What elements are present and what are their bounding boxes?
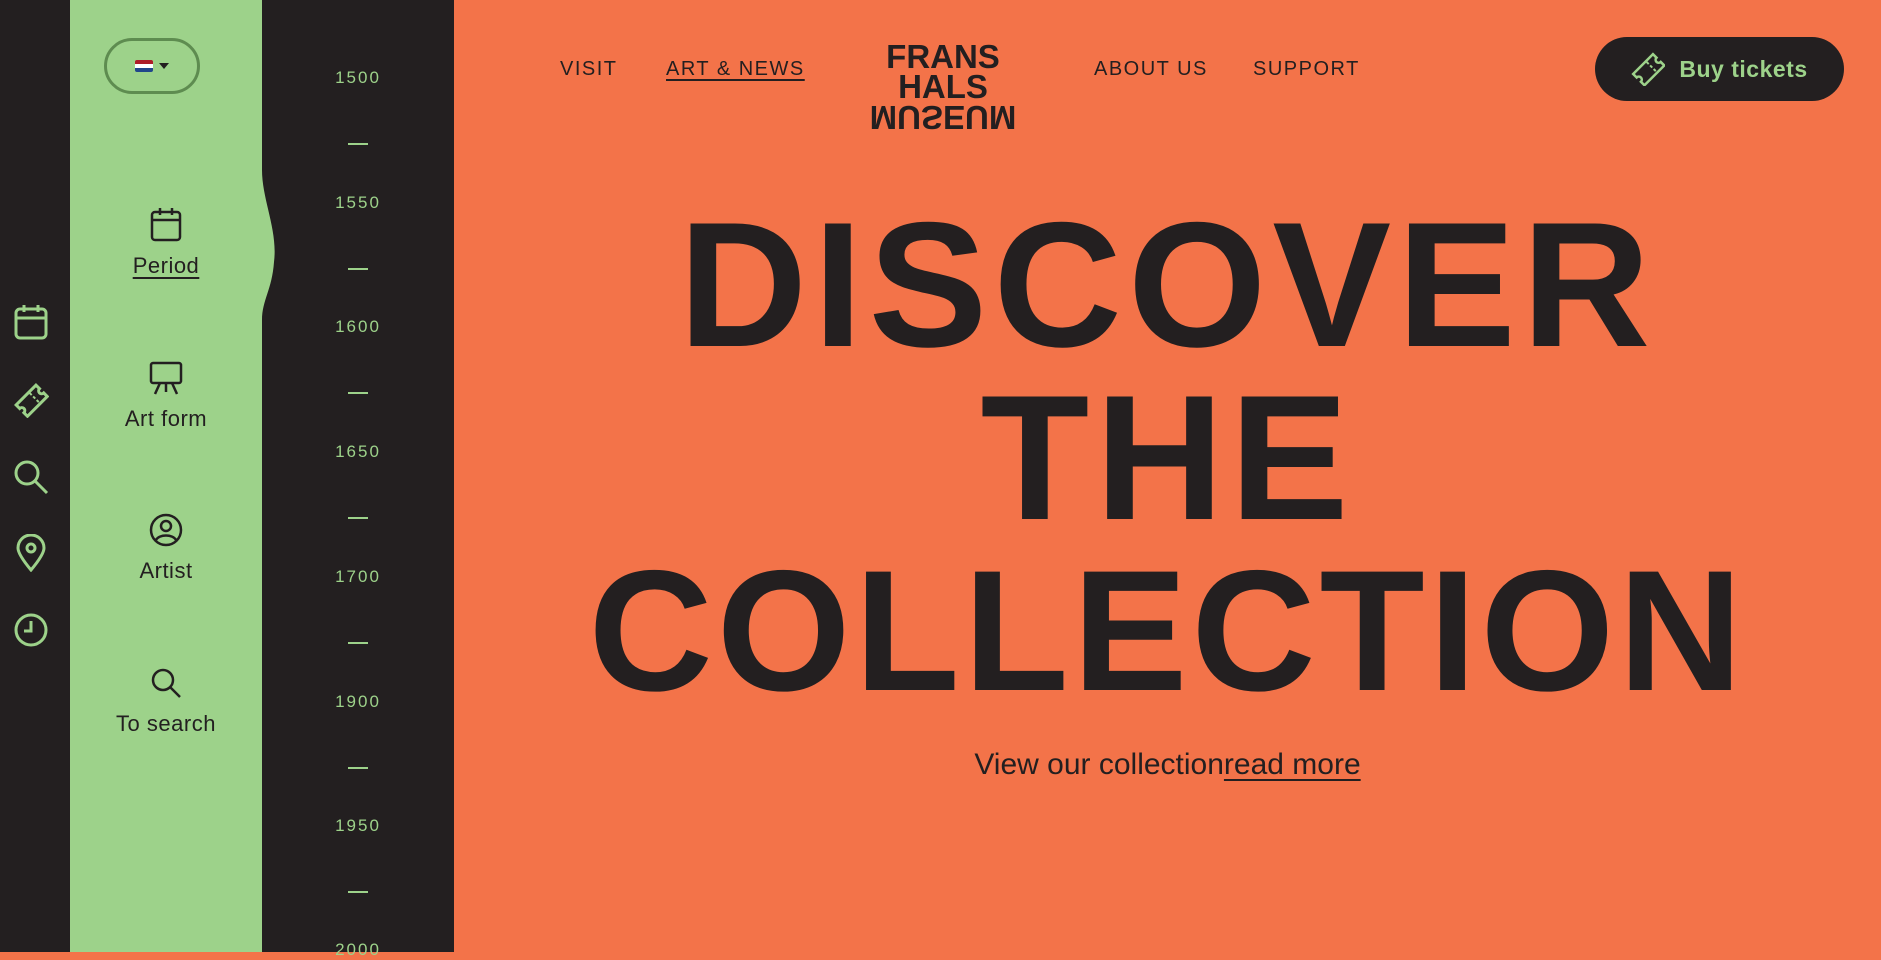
timeline-tick: [348, 268, 368, 270]
museum-logo[interactable]: FRANS HALS MUSEUM: [846, 40, 1040, 136]
hero-line-2: THE: [980, 358, 1355, 557]
timeline-year[interactable]: 1900: [262, 692, 454, 712]
timeline-year[interactable]: 1600: [262, 317, 454, 337]
timeline-tick: [348, 767, 368, 769]
calendar-icon[interactable]: [10, 301, 52, 343]
nav-support[interactable]: SUPPORT: [1253, 58, 1360, 81]
hero-line-3: COLLECTION: [588, 535, 1747, 727]
timeline-tick: [348, 392, 368, 394]
timeline-year[interactable]: 1550: [262, 193, 454, 213]
easel-icon: [149, 361, 183, 395]
buy-tickets-label: Buy tickets: [1679, 55, 1808, 82]
filter-artist[interactable]: Artist: [70, 512, 262, 584]
ticket-icon[interactable]: [10, 379, 52, 421]
search-icon: [151, 668, 181, 698]
language-selector[interactable]: [104, 38, 200, 94]
icon-sidebar: [0, 0, 70, 952]
filter-panel: Period Art form Artist To search: [70, 0, 262, 952]
caret-down-icon: [159, 63, 169, 69]
logo-line1: FRANS HALS: [886, 38, 1000, 105]
filter-art-form-label: Art form: [124, 406, 208, 431]
ticket-icon: [1631, 52, 1666, 86]
nav-visit[interactable]: VISIT: [560, 58, 618, 81]
filter-search-label: To search: [116, 711, 216, 736]
flag-nl-icon: [135, 60, 153, 72]
logo-line2: MUSEUM: [869, 99, 1017, 136]
clock-icon[interactable]: [10, 609, 52, 651]
timeline[interactable]: 1500 1550 1600 1650 1700 1900 1950 2000: [262, 0, 454, 959]
filter-period[interactable]: Period: [70, 207, 262, 279]
hero-sub-text: View our collection: [974, 748, 1224, 781]
timeline-tick: [348, 642, 368, 644]
calendar-icon: [150, 208, 182, 242]
timeline-wave: [262, 170, 275, 320]
timeline-year[interactable]: 1700: [262, 567, 454, 587]
timeline-tick: [348, 891, 368, 893]
timeline-year[interactable]: 1650: [262, 442, 454, 462]
user-circle-icon: [149, 513, 183, 547]
hero-line-1: DISCOVER: [678, 185, 1657, 384]
timeline-year[interactable]: 1950: [262, 816, 454, 836]
timeline-tick: [348, 143, 368, 145]
location-pin-icon[interactable]: [10, 532, 52, 574]
filter-artist-label: Artist: [139, 558, 193, 583]
filter-search[interactable]: To search: [70, 665, 262, 737]
filter-period-label: Period: [132, 253, 200, 278]
buy-tickets-button[interactable]: Buy tickets: [1595, 37, 1844, 101]
read-more-link[interactable]: read more: [1224, 748, 1361, 781]
search-icon[interactable]: [10, 456, 52, 498]
timeline-tick: [348, 517, 368, 519]
hero-subtitle: View our collectionread more: [454, 748, 1881, 782]
filter-art-form[interactable]: Art form: [70, 360, 262, 432]
nav-about-us[interactable]: ABOUT US: [1094, 58, 1208, 81]
nav-art-news[interactable]: ART & NEWS: [666, 58, 805, 81]
timeline-year[interactable]: 2000: [262, 940, 454, 960]
timeline-year[interactable]: 1500: [262, 68, 454, 88]
